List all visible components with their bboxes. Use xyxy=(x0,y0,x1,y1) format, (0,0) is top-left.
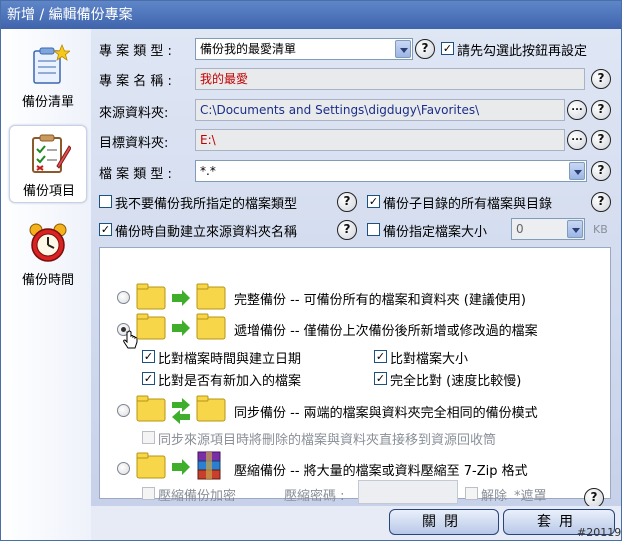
compare-time-checkbox[interactable]: ✓ xyxy=(142,350,155,363)
full-compare-checkbox[interactable]: ✓ xyxy=(374,372,387,385)
help-icon[interactable]: ? xyxy=(591,69,611,89)
project-type-value: 備份我的最愛清單 xyxy=(200,42,297,56)
chevron-down-icon[interactable] xyxy=(567,220,583,238)
alarm-clock-icon xyxy=(29,223,67,262)
sidebar: 備份清單 備份項目 備份時間 xyxy=(1,29,91,540)
size-limit-checkbox[interactable] xyxy=(367,223,380,236)
full-backup-radio[interactable] xyxy=(117,291,130,304)
project-type-select[interactable]: 備份我的最愛清單 xyxy=(195,38,413,60)
compare-time-label: 比對檔案時間與建立日期 xyxy=(158,352,302,367)
sidebar-item-label: 備份時間 xyxy=(21,273,74,288)
folder-to-folder-icon xyxy=(136,313,226,340)
sidebar-item-backup-time[interactable]: 備份時間 xyxy=(9,215,87,293)
compare-size-label: 比對檔案大小 xyxy=(390,352,469,367)
password-field[interactable] xyxy=(358,480,458,504)
encrypt-checkbox[interactable] xyxy=(142,487,155,500)
file-type-value: *.* xyxy=(200,164,216,178)
compare-size-checkbox[interactable]: ✓ xyxy=(374,350,387,363)
clipboard-star-icon xyxy=(33,43,70,84)
chevron-down-icon[interactable] xyxy=(569,162,585,180)
size-limit-value: 0 xyxy=(516,222,524,236)
sync-recycle-checkbox[interactable] xyxy=(142,431,155,444)
help-icon[interactable]: ? xyxy=(591,192,611,212)
auto-create-label: 備份時自動建立來源資料夾名稱 xyxy=(115,225,298,240)
help-icon[interactable]: ? xyxy=(591,130,611,150)
incremental-backup-label: 遞增備份 -- 僅備份上次備份後所新增或修改過的檔案 xyxy=(234,324,538,339)
main-panel: 專 案 類 型 : 備份我的最愛清單 ? ✓ 請先勾選此按鈕再設定 專 案 名 … xyxy=(91,29,621,508)
target-folder-field[interactable]: E:\ xyxy=(195,129,565,151)
folder-to-folder-icon xyxy=(136,283,226,310)
unlock-label: 解除 xyxy=(481,489,508,504)
full-compare-label: 完全比對 (速度比較慢) xyxy=(390,374,522,389)
project-name-field[interactable]: 我的最愛 xyxy=(195,68,585,90)
footer-bar: 關閉 套用 #20119 xyxy=(91,506,621,540)
compress-backup-label: 壓縮備份 -- 將大量的檔案或資料壓縮至 7-Zip 格式 xyxy=(234,464,528,479)
help-icon[interactable]: ? xyxy=(591,100,611,120)
browse-source-button[interactable]: ... xyxy=(567,100,587,120)
checklist-pencil-icon xyxy=(32,134,71,173)
subdirs-label: 備份子目錄的所有檔案與目錄 xyxy=(383,197,553,212)
size-unit-label: KB xyxy=(593,223,608,236)
sidebar-item-label: 備份項目 xyxy=(22,184,75,199)
full-backup-label: 完整備份 -- 可備份所有的檔案和資料夾 (建議使用) xyxy=(234,293,526,308)
project-name-label: 專 案 名 稱 : xyxy=(99,74,172,89)
unlock-checkbox[interactable] xyxy=(465,487,478,500)
file-type-select[interactable]: *.* xyxy=(195,160,587,182)
browse-target-button[interactable]: ... xyxy=(567,130,587,150)
check-first-checkbox[interactable]: ✓ xyxy=(441,42,454,55)
auto-create-checkbox[interactable]: ✓ xyxy=(99,223,112,236)
edit-backup-project-window: 新增 / 編輯備份專案 備份清單 備份項目 備份時間 專 案 類 型: 備份我… xyxy=(0,0,622,541)
help-icon[interactable]: ? xyxy=(584,488,604,508)
folder-to-archive-icon xyxy=(136,451,221,480)
help-icon[interactable]: ? xyxy=(337,220,357,240)
file-type-label: 檔 案 類 型 : xyxy=(99,167,172,182)
exclude-types-label: 我不要備份我所指定的檔案類型 xyxy=(115,197,298,212)
window-title: 新增 / 編輯備份專案 xyxy=(1,1,621,29)
help-icon[interactable]: ? xyxy=(591,161,611,181)
watermark: #20119 xyxy=(577,526,622,539)
compare-new-label: 比對是否有新加入的檔案 xyxy=(158,374,302,389)
sidebar-item-label: 備份清單 xyxy=(21,95,74,110)
project-type-label: 專 案 類 型 : xyxy=(99,44,172,59)
folder-sync-icon xyxy=(136,395,226,424)
sidebar-item-backup-items[interactable]: 備份項目 xyxy=(9,125,87,203)
compare-new-checkbox[interactable]: ✓ xyxy=(142,372,155,385)
sidebar-item-backup-list[interactable]: 備份清單 xyxy=(9,37,87,115)
subdirs-checkbox[interactable]: ✓ xyxy=(367,195,380,208)
sync-recycle-label: 同步來源項目時將刪除的檔案與資料夾直接移到資源回收筒 xyxy=(158,433,497,448)
size-limit-label: 備份指定檔案大小 xyxy=(383,225,488,240)
sync-backup-radio[interactable] xyxy=(117,404,130,417)
source-folder-label: 來源資料夾: xyxy=(99,106,169,121)
backup-mode-panel: 完整備份 -- 可備份所有的檔案和資料夾 (建議使用) 遞增備份 -- 僅備份上… xyxy=(99,247,611,508)
target-folder-label: 目標資料夾: xyxy=(99,136,169,151)
source-folder-field[interactable]: C:\Documents and Settings\digdugy\Favori… xyxy=(195,99,565,121)
size-limit-select[interactable]: 0 xyxy=(511,218,585,240)
check-first-label: 請先勾選此按鈕再設定 xyxy=(457,44,588,59)
mask-label: *遮罩 xyxy=(514,489,547,504)
chevron-down-icon[interactable] xyxy=(395,40,411,58)
help-icon[interactable]: ? xyxy=(415,39,435,59)
password-label: 壓縮密碼 : xyxy=(284,489,345,504)
encrypt-label: 壓縮備份加密 xyxy=(158,489,237,504)
help-icon[interactable]: ? xyxy=(337,192,357,212)
sync-backup-label: 同步備份 -- 兩端的檔案與資料夾完全相同的備份模式 xyxy=(234,406,538,421)
compress-backup-radio[interactable] xyxy=(117,462,130,475)
close-button[interactable]: 關閉 xyxy=(389,509,499,535)
exclude-types-checkbox[interactable] xyxy=(99,195,112,208)
